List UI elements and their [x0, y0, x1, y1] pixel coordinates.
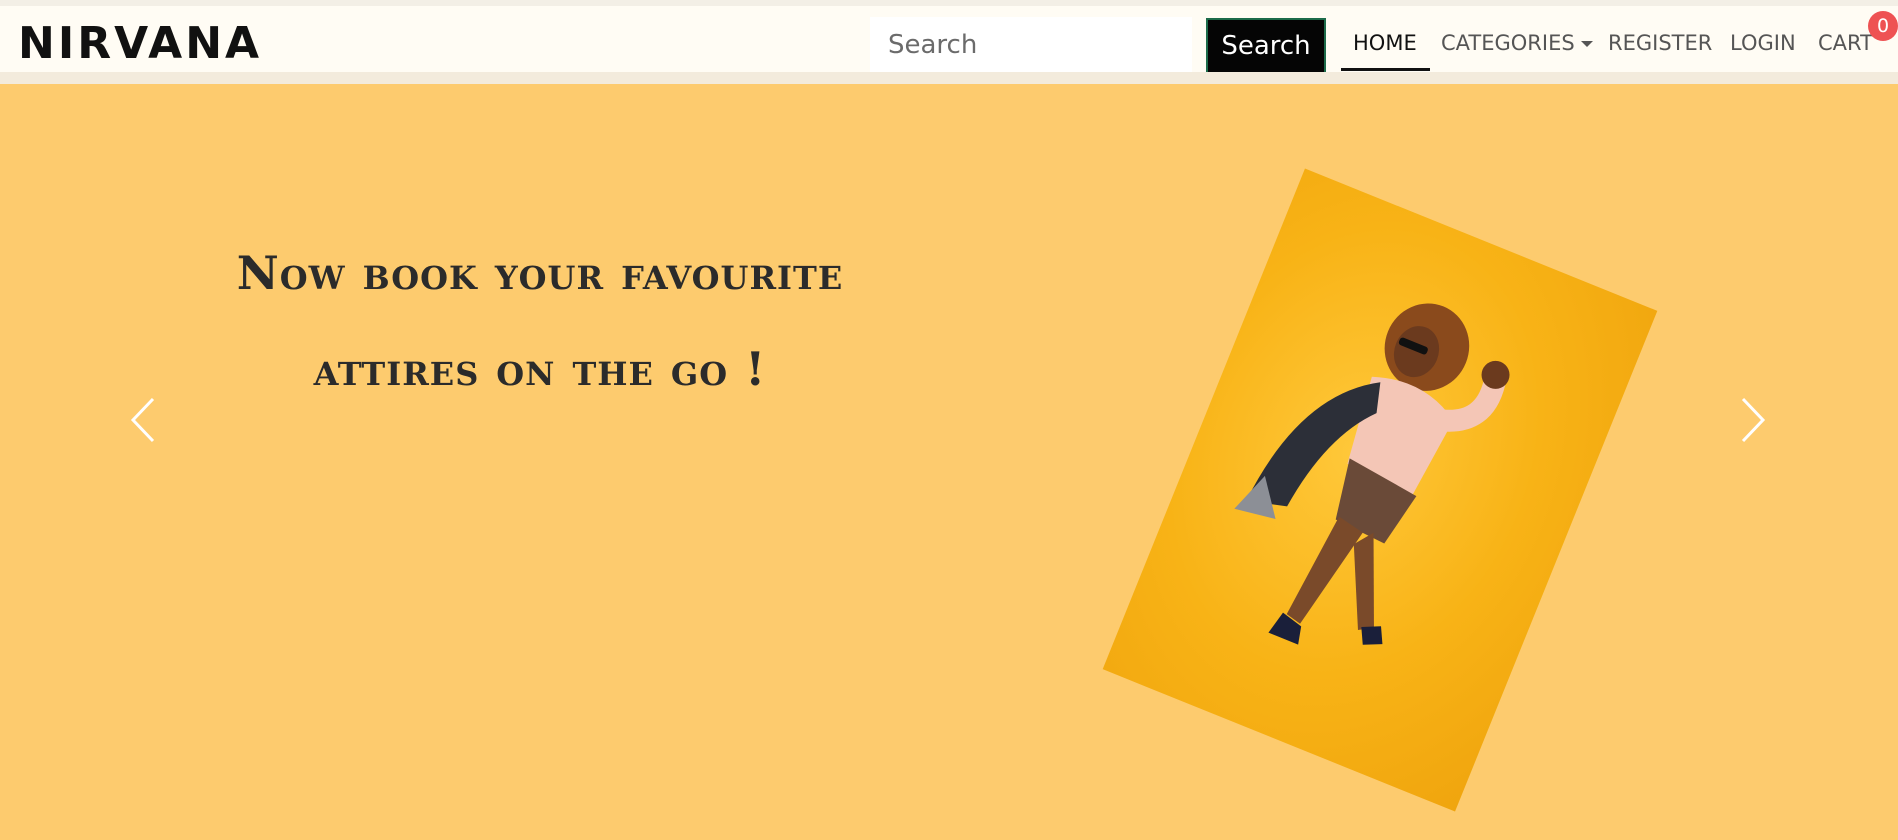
hero-heading-line-2: attires on the go ! [313, 342, 767, 396]
hero-heading-line-1: Now book your favourite [236, 246, 844, 300]
caret-down-icon [1580, 41, 1593, 47]
brand-logo[interactable]: NIRVANA [18, 18, 262, 70]
active-nav-indicator [1341, 68, 1430, 71]
nav-register[interactable]: REGISTER [1608, 28, 1712, 58]
nav-categories-label: CATEGORIES [1441, 31, 1575, 55]
navbar-bottom-band [0, 72, 1898, 84]
chevron-right-icon[interactable] [1735, 395, 1771, 445]
hero-fashion-photo [1102, 168, 1658, 812]
search-button[interactable]: Search [1206, 18, 1326, 74]
hero-heading: Now book your favourite attires on the g… [150, 225, 930, 417]
navbar: NIRVANA Search HOME CATEGORIES REGISTER … [0, 6, 1898, 74]
nav-categories-dropdown[interactable]: CATEGORIES [1441, 28, 1593, 58]
chevron-left-icon[interactable] [125, 395, 161, 445]
search-input[interactable] [870, 17, 1192, 73]
cart-count-badge: 0 [1868, 11, 1898, 41]
dancing-woman-illustration [1234, 303, 1510, 645]
nav-home[interactable]: HOME [1353, 28, 1417, 58]
nav-cart[interactable]: CART [1818, 28, 1873, 58]
nav-login[interactable]: LOGIN [1730, 28, 1796, 58]
